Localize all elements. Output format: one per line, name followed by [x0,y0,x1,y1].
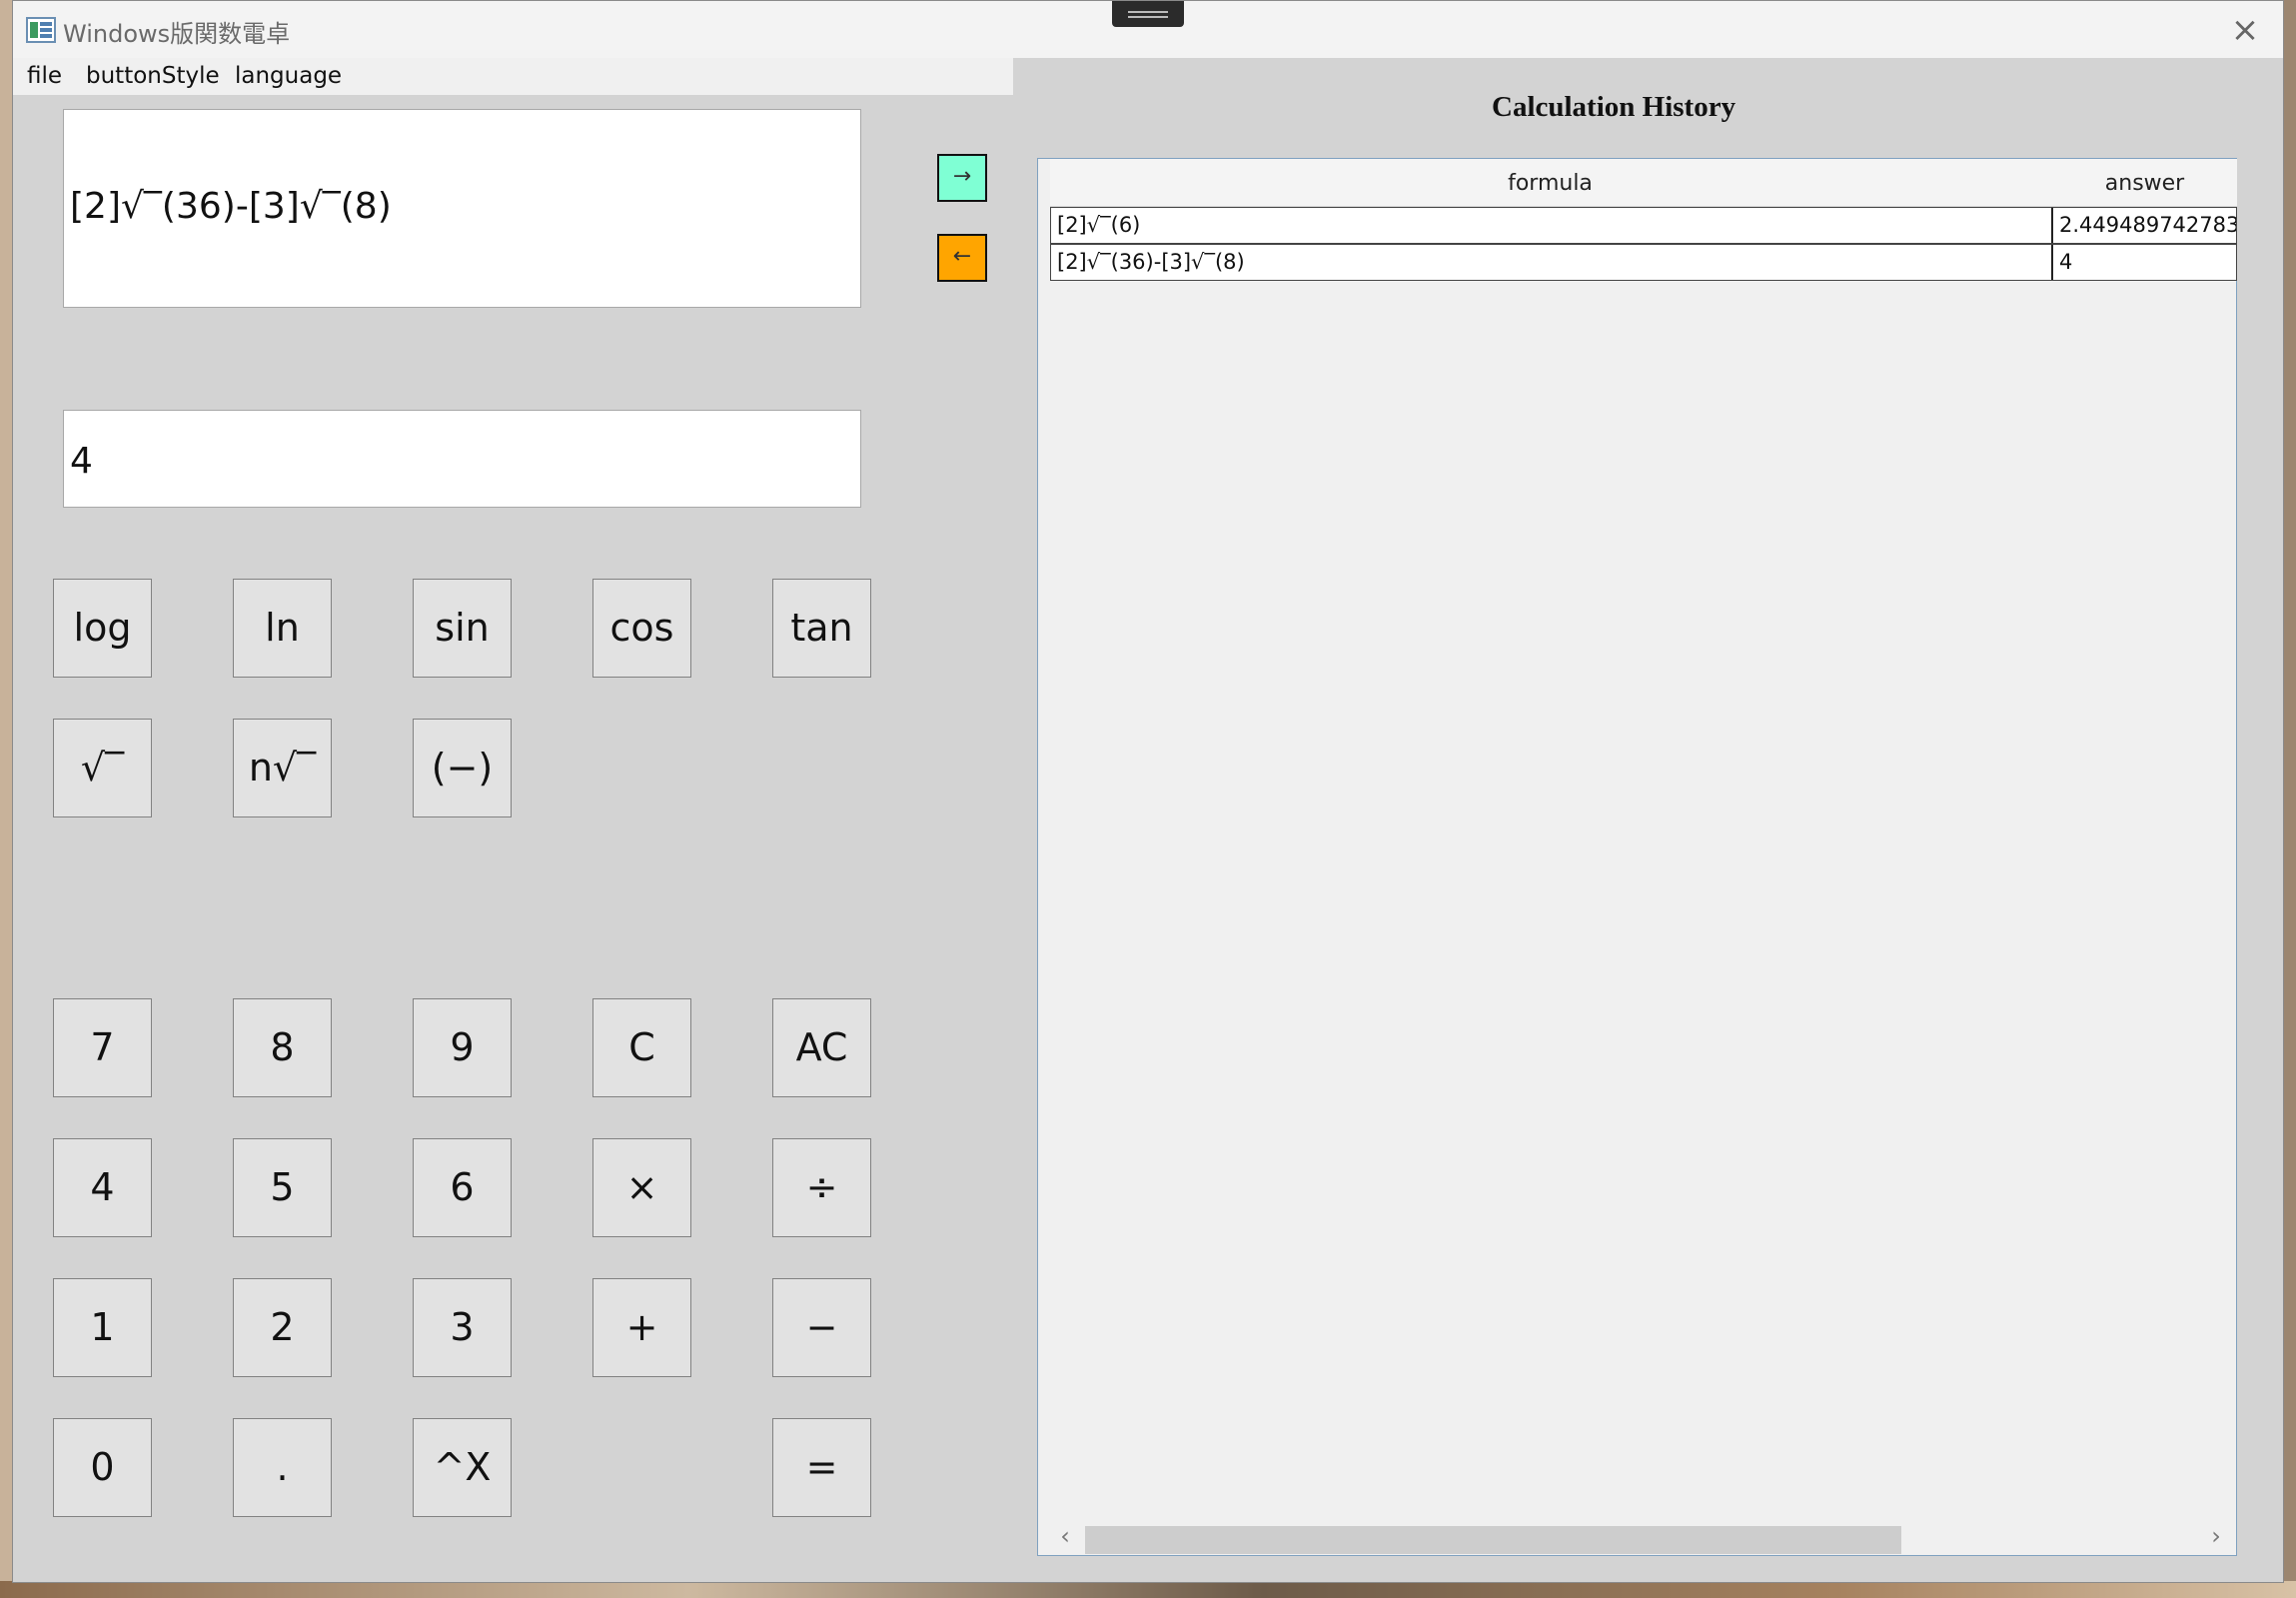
history-grid[interactable]: formula answer [2]√‾(6) 2.44948974278317… [1037,158,2237,1556]
table-row[interactable]: [2]√‾(6) 2.449489742783178 [1050,207,2237,244]
column-header-answer[interactable]: answer [2052,171,2237,196]
result-display[interactable]: 4 [63,410,861,508]
answer-cell: 4 [2059,250,2073,274]
power-button[interactable]: ^X [413,1418,512,1517]
digit-0-button[interactable]: 0 [53,1418,152,1517]
minus-button[interactable]: − [772,1278,871,1377]
column-header-formula[interactable]: formula [1050,171,2050,196]
digit-4-button[interactable]: 4 [53,1138,152,1237]
equals-button[interactable]: = [772,1418,871,1517]
formula-cell: [2]√‾(36)-[3]√‾(8) [1057,250,1245,274]
desktop-background-left [0,0,12,1598]
horizontal-scrollbar[interactable]: ‹ › [1039,1520,2235,1554]
history-forward-button[interactable]: → [937,154,987,202]
sin-button[interactable]: sin [413,579,512,678]
negate-button[interactable]: (−) [413,719,512,817]
calculator-window: Windows版関数電卓 × file buttonStyle language… [12,0,2284,1583]
digit-7-button[interactable]: 7 [53,998,152,1097]
scroll-right-icon[interactable]: › [2204,1522,2228,1550]
menu-file[interactable]: file [27,63,62,89]
title-bar[interactable]: Windows版関数電卓 × [13,1,2283,58]
window-title: Windows版関数電卓 [63,20,291,48]
history-title: Calculation History [1492,91,1736,123]
divide-button[interactable]: ÷ [772,1138,871,1237]
nth-root-button[interactable]: n√‾ [233,719,332,817]
sqrt-button[interactable]: √‾ [53,719,152,817]
scroll-left-icon[interactable]: ‹ [1053,1522,1077,1550]
digit-5-button[interactable]: 5 [233,1138,332,1237]
table-row[interactable]: [2]√‾(36)-[3]√‾(8) 4 [1050,244,2237,281]
plus-button[interactable]: + [592,1278,691,1377]
formula-cell: [2]√‾(6) [1057,213,1141,237]
grid-header: formula answer [1050,159,2237,207]
scroll-thumb[interactable] [1085,1526,1901,1554]
cos-button[interactable]: cos [592,579,691,678]
snap-handle[interactable] [1112,1,1184,27]
multiply-button[interactable]: × [592,1138,691,1237]
desktop-background-bottom [0,1581,2296,1598]
menu-language[interactable]: language [235,63,342,89]
ln-button[interactable]: ln [233,579,332,678]
decimal-button[interactable]: . [233,1418,332,1517]
clear-button[interactable]: C [592,998,691,1097]
tan-button[interactable]: tan [772,579,871,678]
digit-6-button[interactable]: 6 [413,1138,512,1237]
answer-cell: 2.449489742783178 [2059,213,2236,237]
formula-display[interactable]: [2]√‾(36)-[3]√‾(8) [63,109,861,308]
close-icon[interactable]: × [2225,11,2265,49]
digit-9-button[interactable]: 9 [413,998,512,1097]
digit-2-button[interactable]: 2 [233,1278,332,1377]
digit-1-button[interactable]: 1 [53,1278,152,1377]
digit-8-button[interactable]: 8 [233,998,332,1097]
log-button[interactable]: log [53,579,152,678]
app-icon [26,17,56,43]
menu-bar: file buttonStyle language [13,58,1013,95]
menu-button-style[interactable]: buttonStyle [86,63,220,89]
desktop-background-right [2284,0,2296,1598]
all-clear-button[interactable]: AC [772,998,871,1097]
digit-3-button[interactable]: 3 [413,1278,512,1377]
history-back-button[interactable]: ← [937,234,987,282]
